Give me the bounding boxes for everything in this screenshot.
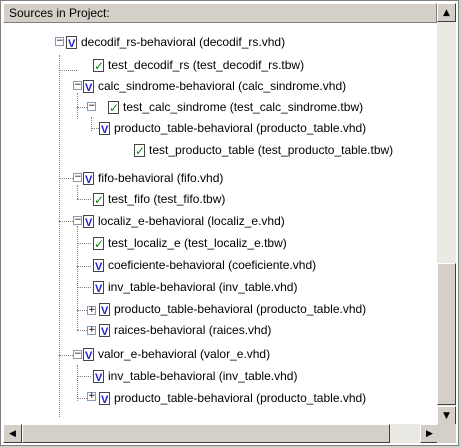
scroll-up-arrow-icon[interactable]: ▲ [437,3,456,22]
tree-item[interactable]: test_producto_table (test_producto_table… [134,140,394,161]
collapse-toggle-localiz_e[interactable]: − [73,216,82,225]
tree-item-label: producto_table-behavioral (producto_tabl… [114,121,367,135]
tree-item-label: test_calc_sindrome (test_calc_sindrome.t… [123,100,364,114]
vhdl-file-icon [99,390,110,410]
tree-item[interactable]: test_localiz_e (test_localiz_e.tbw) [93,233,287,254]
header-title: Sources in Project: [9,6,110,20]
vhdl-file-icon [83,213,94,233]
scrollbar-corner [437,424,456,443]
tree-item[interactable]: test_decodif_rs (test_decodif_rs.tbw) [93,55,305,76]
vhdl-file-icon [93,257,104,277]
tree-item-label: test_producto_table (test_producto_table… [149,143,394,157]
expand-toggle-raices[interactable]: + [87,326,96,335]
source-tree[interactable]: − − − − − + + − + decodif_rs-behavioral … [3,23,437,425]
vhdl-file-icon [93,279,104,299]
expand-toggle-producto_table-3[interactable]: + [87,392,96,401]
tree-item[interactable]: test_fifo (test_fifo.tbw) [93,189,226,210]
vhdl-file-icon [66,34,77,54]
testbench-check-icon [108,98,119,118]
tree-item[interactable]: producto_table-behavioral (producto_tabl… [99,299,367,321]
tree-item-label: test_fifo (test_fifo.tbw) [108,192,226,206]
vhdl-file-icon [99,322,110,342]
tree-item-label: coeficiente-behavioral (coeficiente.vhd) [108,258,317,272]
collapse-toggle-calc_sindrome[interactable]: − [73,81,82,90]
horizontal-scrollbar[interactable]: ◀ ▶ [3,424,439,443]
vertical-scroll-thumb[interactable] [437,263,456,405]
tree-item[interactable]: valor_e-behavioral (valor_e.vhd) [83,344,271,366]
tree-item[interactable]: raices-behavioral (raices.vhd) [99,320,272,342]
testbench-check-icon [134,141,145,161]
tree-item[interactable]: test_calc_sindrome (test_calc_sindrome.t… [108,97,364,118]
horizontal-scroll-thumb[interactable] [22,424,390,443]
tree-item[interactable]: fifo-behavioral (fifo.vhd) [83,168,224,190]
collapse-toggle-producto_table[interactable]: − [87,102,96,111]
vhdl-file-icon [99,301,110,321]
tree-item-label: inv_table-behavioral (inv_table.vhd) [108,280,298,294]
collapse-toggle-fifo[interactable]: − [73,173,82,182]
collapse-toggle-valor_e[interactable]: − [73,350,82,359]
tree-item[interactable]: coeficiente-behavioral (coeficiente.vhd) [93,255,317,277]
tree-item[interactable]: calc_sindrome-behavioral (calc_sindrome.… [83,76,347,98]
vhdl-file-icon [83,170,94,190]
scroll-down-arrow-icon[interactable]: ▼ [437,406,456,425]
column-header[interactable]: Sources in Project: [3,3,437,23]
vhdl-file-icon [83,346,94,366]
tree-item-label: localiz_e-behavioral (localiz_e.vhd) [98,214,285,228]
tree-item-label: raices-behavioral (raices.vhd) [114,323,272,337]
testbench-check-icon [93,190,104,210]
tree-item[interactable]: decodif_rs-behavioral (decodif_rs.vhd) [66,32,286,54]
vhdl-file-icon [83,78,94,98]
tree-item-label: inv_table-behavioral (inv_table.vhd) [108,369,298,383]
tree-item-label: calc_sindrome-behavioral (calc_sindrome.… [98,79,347,93]
tree-item-label: producto_table-behavioral (producto_tabl… [114,391,367,405]
sources-panel: Sources in Project: − − − − − + + − + V … [0,0,459,446]
tree-item-label: valor_e-behavioral (valor_e.vhd) [98,347,271,361]
collapse-toggle-decodif_rs[interactable]: − [55,37,64,46]
vhdl-file-icon [99,120,110,140]
tree-item[interactable]: producto_table-behavioral (producto_tabl… [99,118,367,140]
tree-item-label: producto_table-behavioral (producto_tabl… [114,302,367,316]
vertical-scrollbar[interactable]: ▲ ▼ [437,3,456,425]
tree-item-label: decodif_rs-behavioral (decodif_rs.vhd) [81,35,286,49]
vhdl-file-icon [93,368,104,388]
tree-item[interactable]: inv_table-behavioral (inv_table.vhd) [93,366,298,388]
tree-item[interactable]: producto_table-behavioral (producto_tabl… [99,388,367,410]
expand-toggle-producto_table-2[interactable]: + [87,306,96,315]
scroll-left-arrow-icon[interactable]: ◀ [3,424,22,443]
testbench-check-icon [93,234,104,254]
tree-item-label: test_localiz_e (test_localiz_e.tbw) [108,236,287,250]
tree-item-label: fifo-behavioral (fifo.vhd) [98,171,224,185]
tree-item-label: test_decodif_rs (test_decodif_rs.tbw) [108,58,305,72]
tree-item[interactable]: localiz_e-behavioral (localiz_e.vhd) [83,211,285,233]
tree-item[interactable]: inv_table-behavioral (inv_table.vhd) [93,277,298,299]
testbench-check-icon [93,56,104,76]
